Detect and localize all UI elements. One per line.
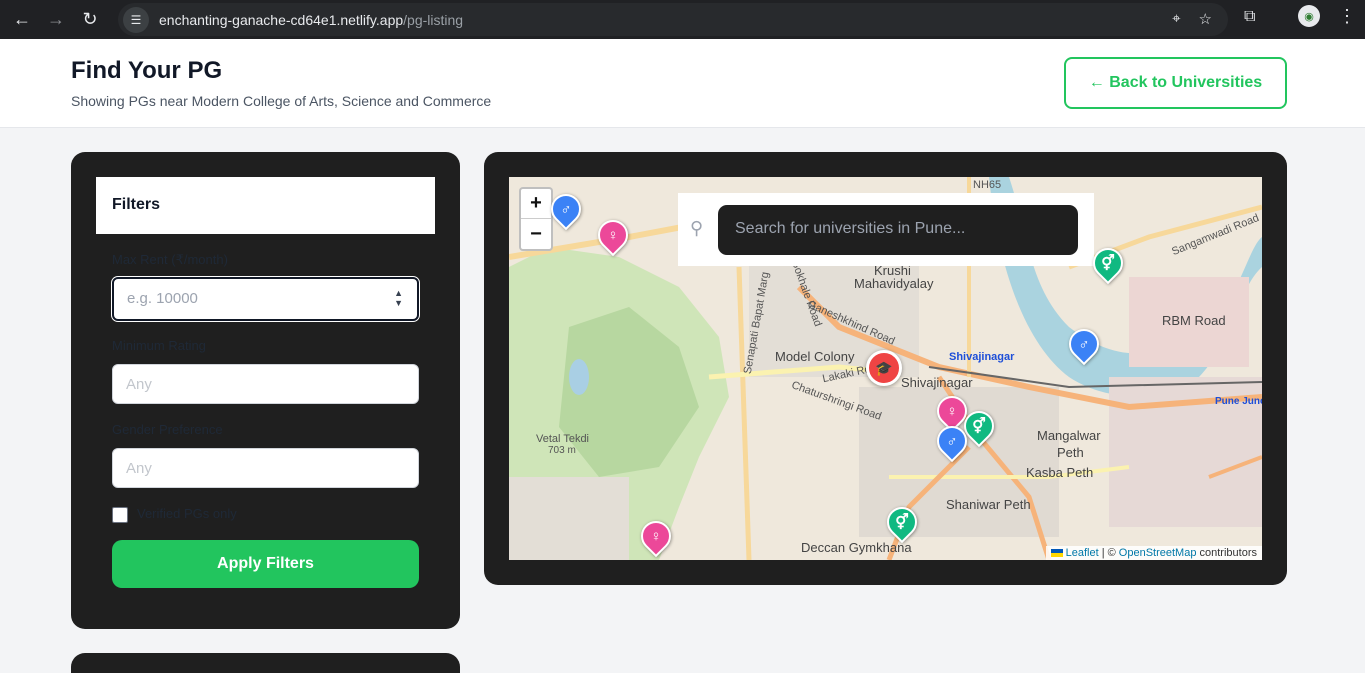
gender-select[interactable]: Any xyxy=(112,448,419,488)
back-arrow-icon[interactable]: ← xyxy=(10,8,34,32)
map-label-model-colony: Model Colony xyxy=(775,349,855,364)
profile-avatar[interactable]: ◉ xyxy=(1298,5,1320,27)
ukraine-flag-icon xyxy=(1050,549,1063,558)
number-spinner-icon[interactable]: ▲ ▼ xyxy=(394,288,403,308)
map-label-shaniwar-peth: Shaniwar Peth xyxy=(946,497,1031,512)
forward-arrow-icon[interactable]: → xyxy=(44,8,68,32)
leaflet-link[interactable]: Leaflet xyxy=(1066,547,1099,559)
browser-toolbar: ← → ↻ ☰ enchanting-ganache-cd64e1.netlif… xyxy=(0,0,1365,39)
min-rating-select[interactable]: Any xyxy=(112,364,419,404)
url-text[interactable]: enchanting-ganache-cd64e1.netlify.app/pg… xyxy=(159,12,463,28)
map-label-shivajinagar: Shivajinagar xyxy=(901,375,973,390)
map-label-mahavidyalay: Mahavidyalay xyxy=(854,276,934,291)
map-label-mangalwar: Mangalwar xyxy=(1037,428,1101,443)
map-label-shivajinagar-station: Shivajinagar xyxy=(949,351,1015,363)
extensions-icon[interactable]: ⧉ xyxy=(1244,8,1255,26)
osm-link[interactable]: OpenStreetMap xyxy=(1119,547,1197,559)
reload-icon[interactable]: ↻ xyxy=(78,8,102,32)
map-label-pune-junction: Pune Junc xyxy=(1215,396,1262,407)
university-search-input[interactable]: Search for universities in Pune... xyxy=(718,205,1078,255)
map-label-vetal-tekdi: Vetal Tekdi xyxy=(536,433,590,445)
address-bar[interactable]: ☰ enchanting-ganache-cd64e1.netlify.app/… xyxy=(118,3,1228,36)
max-rent-label: Max Rent (₹/month) xyxy=(112,252,228,267)
filters-panel: Filters Max Rent (₹/month) e.g. 10000 ▲ ▼… xyxy=(71,152,460,629)
map-panel: NH65 Sangamwadi Road Krushi Mahavidyalay… xyxy=(484,152,1287,585)
map-attribution: Leaflet | © OpenStreetMap contributors xyxy=(1045,546,1262,560)
map-label-deccan-gymkhana: Deccan Gymkhana xyxy=(801,540,912,555)
menu-more-icon[interactable]: ⋮ xyxy=(1338,6,1356,27)
verified-checkbox[interactable] xyxy=(112,507,128,523)
map-search-container: ⚲ Search for universities in Pune... xyxy=(678,193,1094,266)
map-view[interactable]: NH65 Sangamwadi Road Krushi Mahavidyalay… xyxy=(509,177,1262,560)
map-label-vetal-elevation: 703 m xyxy=(548,445,576,456)
map-label-mangalwar-peth: Peth xyxy=(1057,445,1084,460)
back-to-universities-button[interactable]: ← Back to Universities xyxy=(1064,57,1287,109)
university-marker-icon[interactable]: 🎓 xyxy=(866,350,902,386)
max-rent-input[interactable]: e.g. 10000 ▲ ▼ xyxy=(112,277,419,321)
map-label-kasba-peth: Kasba Peth xyxy=(1026,465,1094,480)
page-header: Find Your PG Showing PGs near Modern Col… xyxy=(0,39,1365,128)
results-card xyxy=(71,653,460,673)
map-label-nh65: NH65 xyxy=(973,179,1002,191)
zoom-control: + − xyxy=(519,187,553,251)
filters-title: Filters xyxy=(96,177,435,234)
zoom-out-button[interactable]: − xyxy=(521,219,551,249)
gender-label: Gender Preference xyxy=(112,422,223,437)
map-label-rbm-road: RBM Road xyxy=(1162,313,1226,328)
bookmark-star-icon[interactable]: ☆ xyxy=(1199,10,1212,28)
page-subtitle: Showing PGs near Modern College of Arts,… xyxy=(71,93,492,109)
zoom-in-button[interactable]: + xyxy=(521,189,551,219)
search-icon: ⚲ xyxy=(690,218,704,238)
page-title: Find Your PG xyxy=(71,57,223,84)
location-icon[interactable]: ⌖ xyxy=(1172,10,1180,28)
site-info-icon[interactable]: ☰ xyxy=(123,6,149,33)
verified-label: Verified PGs only xyxy=(137,506,237,521)
apply-filters-button[interactable]: Apply Filters xyxy=(112,540,419,588)
min-rating-label: Minimum Rating xyxy=(112,338,206,353)
